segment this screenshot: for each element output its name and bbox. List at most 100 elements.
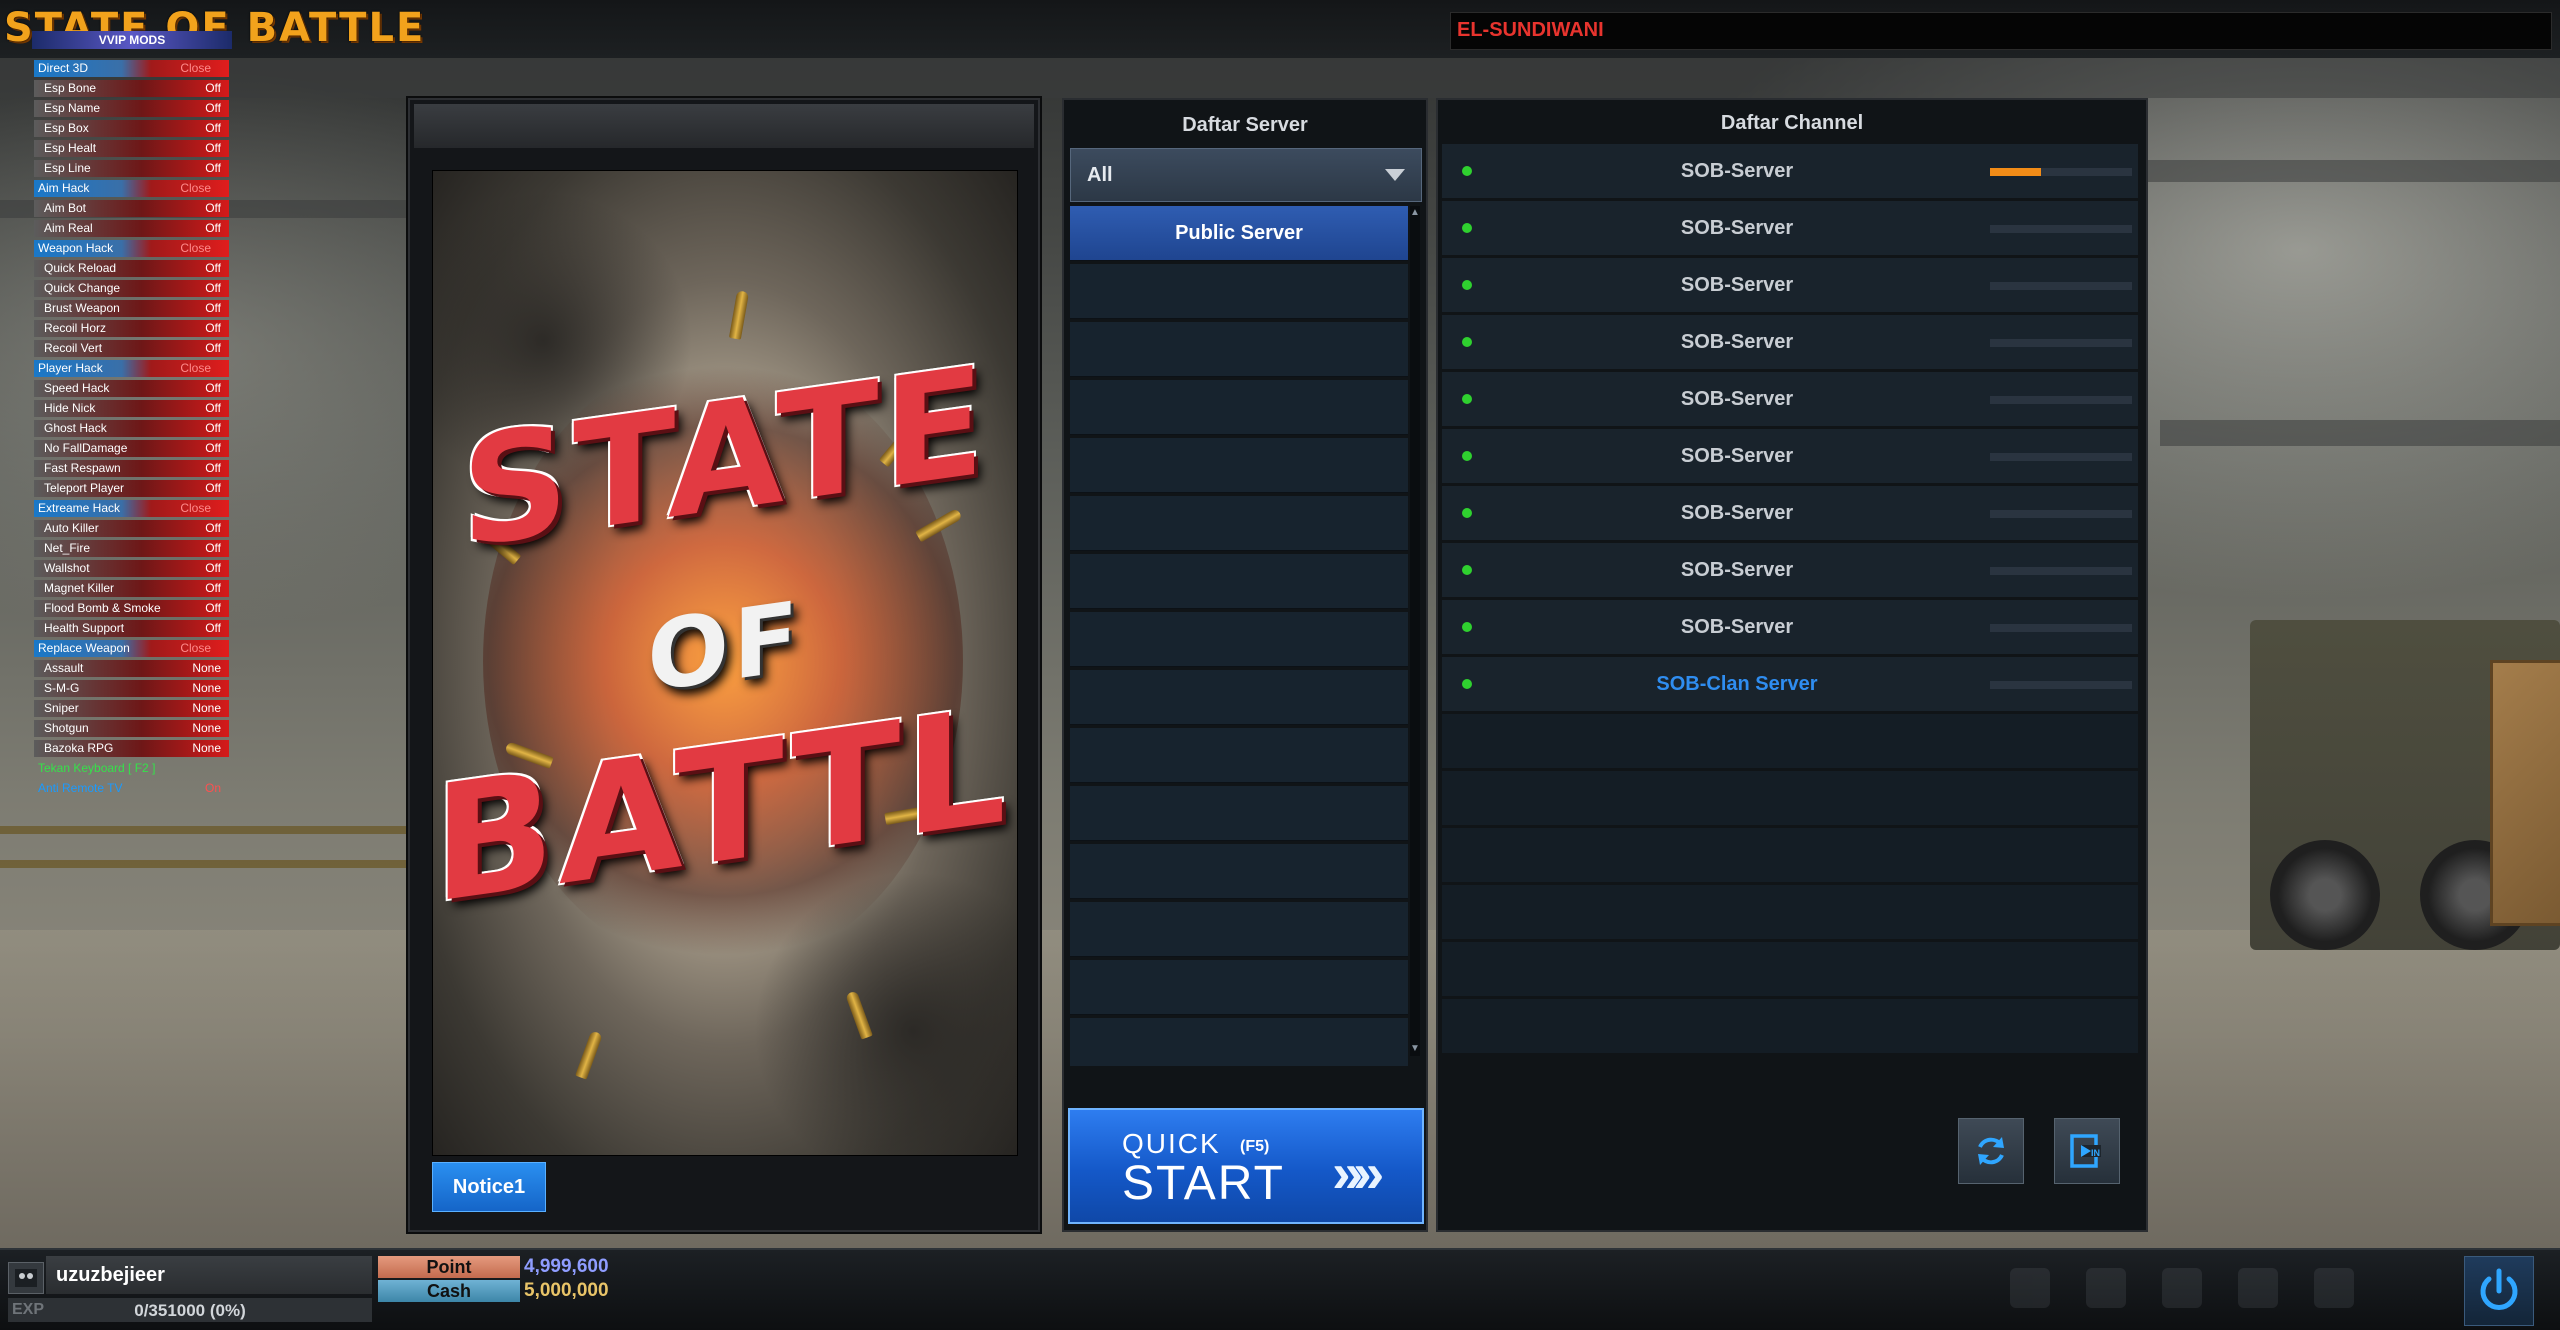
server-list-item[interactable]: Public Server [1070, 206, 1408, 261]
scroll-down-icon[interactable]: ▼ [1410, 1042, 1420, 1056]
channel-row[interactable]: SOB-Clan Server [1442, 657, 2138, 711]
server-list-item[interactable] [1070, 844, 1408, 899]
channel-row[interactable]: SOB-Server [1442, 600, 2138, 654]
mod-menu-item-value: Close [180, 241, 211, 255]
mod-menu-item[interactable]: Aim Bot Off [34, 200, 229, 217]
mod-menu-item[interactable]: Teleport Player Off [34, 480, 229, 497]
mod-menu-item[interactable]: Esp Bone Off [34, 80, 229, 97]
mod-menu-item-label: Player Hack [38, 361, 103, 375]
mod-menu-item[interactable]: Recoil Vert Off [34, 340, 229, 357]
server-list-item[interactable] [1070, 438, 1408, 493]
server-list-item[interactable] [1070, 670, 1408, 725]
mod-menu-item[interactable]: Flood Bomb & Smoke Off [34, 600, 229, 617]
mod-menu-item[interactable]: Fast Respawn Off [34, 460, 229, 477]
quick-start-hotkey: (F5) [1240, 1138, 1270, 1155]
channel-load-bar [1990, 681, 2132, 689]
mod-menu-item[interactable]: Replace Weapon Close [34, 640, 229, 657]
mod-menu-item[interactable]: Aim Real Off [34, 220, 229, 237]
exp-value: 0/351000 (0%) [134, 1301, 246, 1320]
mod-menu-item[interactable]: Sniper None [34, 700, 229, 717]
mod-menu-item[interactable]: No FallDamage Off [34, 440, 229, 457]
server-list-item[interactable] [1070, 902, 1408, 957]
mod-menu-item-value: None [192, 741, 221, 755]
channel-row[interactable]: SOB-Server [1442, 543, 2138, 597]
channel-row[interactable]: SOB-Server [1442, 429, 2138, 483]
channel-name: SOB-Server [1680, 217, 1794, 239]
enter-channel-button[interactable]: IN [2054, 1118, 2120, 1184]
channel-list: SOB-Server SOB-Server SOB-Server SOB-Server… [1442, 144, 2138, 1056]
mod-menu-item[interactable]: Magnet Killer Off [34, 580, 229, 597]
mod-menu-item-label: Extreame Hack [38, 501, 121, 515]
channel-list-panel: Daftar Channel SOB-Server SOB-Server SOB-S… [1436, 98, 2148, 1232]
server-list-scrollbar[interactable]: ▲ ▼ [1410, 206, 1420, 1056]
mod-menu-item[interactable]: Bazoka RPG None [34, 740, 229, 757]
server-list-item[interactable] [1070, 496, 1408, 551]
channel-panel-title: Daftar Channel [1720, 112, 1864, 134]
server-list-item[interactable] [1070, 554, 1408, 609]
mod-menu-item[interactable]: Recoil Horz Off [34, 320, 229, 337]
mod-menu-item[interactable]: Shotgun None [34, 720, 229, 737]
refresh-button[interactable] [1958, 1118, 2024, 1184]
enter-icon: IN [2070, 1134, 2101, 1168]
mod-menu-item[interactable]: Esp Healt Off [34, 140, 229, 157]
mod-menu-item-value: Close [180, 181, 211, 195]
channel-name: SOB-Clan Server [1656, 673, 1818, 695]
notice-tab-button[interactable]: Notice1 [432, 1162, 546, 1212]
mod-menu-item[interactable]: Aim Hack Close [34, 180, 229, 197]
mod-menu-item-value: Off [205, 541, 221, 555]
server-list-item[interactable] [1070, 728, 1408, 783]
exp-bar: EXP 0/351000 (0%) [8, 1298, 372, 1322]
mod-menu-item[interactable]: Wallshot Off [34, 560, 229, 577]
mod-menu-item[interactable]: Auto Killer Off [34, 520, 229, 537]
mod-menu-item[interactable]: Esp Box Off [34, 120, 229, 137]
mod-menu-item-value: Off [205, 281, 221, 295]
mod-menu-item[interactable]: Weapon Hack Close [34, 240, 229, 257]
server-filter-dropdown[interactable]: All [1070, 148, 1422, 202]
mod-menu-item-value: Off [205, 561, 221, 575]
channel-load-bar [1990, 396, 2132, 404]
mod-menu-item[interactable]: Tekan Keyboard [ F2 ] [34, 760, 229, 777]
channel-row[interactable]: SOB-Server [1442, 486, 2138, 540]
server-list-item[interactable] [1070, 612, 1408, 667]
server-list-item[interactable] [1070, 264, 1408, 319]
mod-menu-item[interactable]: Quick Change Off [34, 280, 229, 297]
mod-menu-item[interactable]: Player Hack Close [34, 360, 229, 377]
channel-row[interactable]: SOB-Server [1442, 201, 2138, 255]
mod-menu-item[interactable]: Direct 3D Close [34, 60, 229, 77]
mod-menu-item-value: None [192, 721, 221, 735]
mod-menu-item[interactable]: Hide Nick Off [34, 400, 229, 417]
server-list-item[interactable] [1070, 380, 1408, 435]
mod-menu-item[interactable]: Esp Line Off [34, 160, 229, 177]
server-list-item[interactable] [1070, 1018, 1408, 1066]
mod-menu-item-label: Fast Respawn [44, 461, 121, 475]
server-list-item[interactable] [1070, 960, 1408, 1015]
channel-row[interactable]: SOB-Server [1442, 258, 2138, 312]
mod-menu-item[interactable]: Brust Weapon Off [34, 300, 229, 317]
server-list-item[interactable] [1070, 786, 1408, 841]
mod-menu-item-value: Close [180, 61, 211, 75]
scroll-up-icon[interactable]: ▲ [1410, 206, 1420, 220]
channel-row[interactable]: SOB-Server [1442, 372, 2138, 426]
mod-menu-item[interactable]: Assault None [34, 660, 229, 677]
mod-menu-item[interactable]: Extreame Hack Close [34, 500, 229, 517]
mod-menu-item[interactable]: Net_Fire Off [34, 540, 229, 557]
mod-menu-item-value: Off [205, 141, 221, 155]
mod-menu-item[interactable]: Ghost Hack Off [34, 420, 229, 437]
mod-menu-item[interactable]: Health Support Off [34, 620, 229, 637]
channel-row-empty [1442, 885, 2138, 939]
mod-menu-item[interactable]: Speed Hack Off [34, 380, 229, 397]
double-chevron-right-icon: »» [1332, 1141, 1384, 1204]
channel-row[interactable]: SOB-Server [1442, 144, 2138, 198]
avatar[interactable] [8, 1262, 44, 1294]
quick-start-button[interactable]: QUICK (F5) START »» [1068, 1108, 1424, 1224]
mod-menu-item-label: Bazoka RPG [44, 741, 114, 755]
player-name-field: EL-SUNDIWANI [1450, 12, 2552, 50]
mod-menu-item[interactable]: Esp Name Off [34, 100, 229, 117]
mod-menu-item[interactable]: S-M-G None [34, 680, 229, 697]
server-list-item[interactable] [1070, 322, 1408, 377]
mod-menu-item[interactable]: Anti Remote TV On [34, 780, 229, 797]
channel-row[interactable]: SOB-Server [1442, 315, 2138, 369]
mod-menu-item[interactable]: Quick Reload Off [34, 260, 229, 277]
channel-name: SOB-Server [1680, 445, 1794, 467]
power-button[interactable] [2464, 1256, 2534, 1326]
